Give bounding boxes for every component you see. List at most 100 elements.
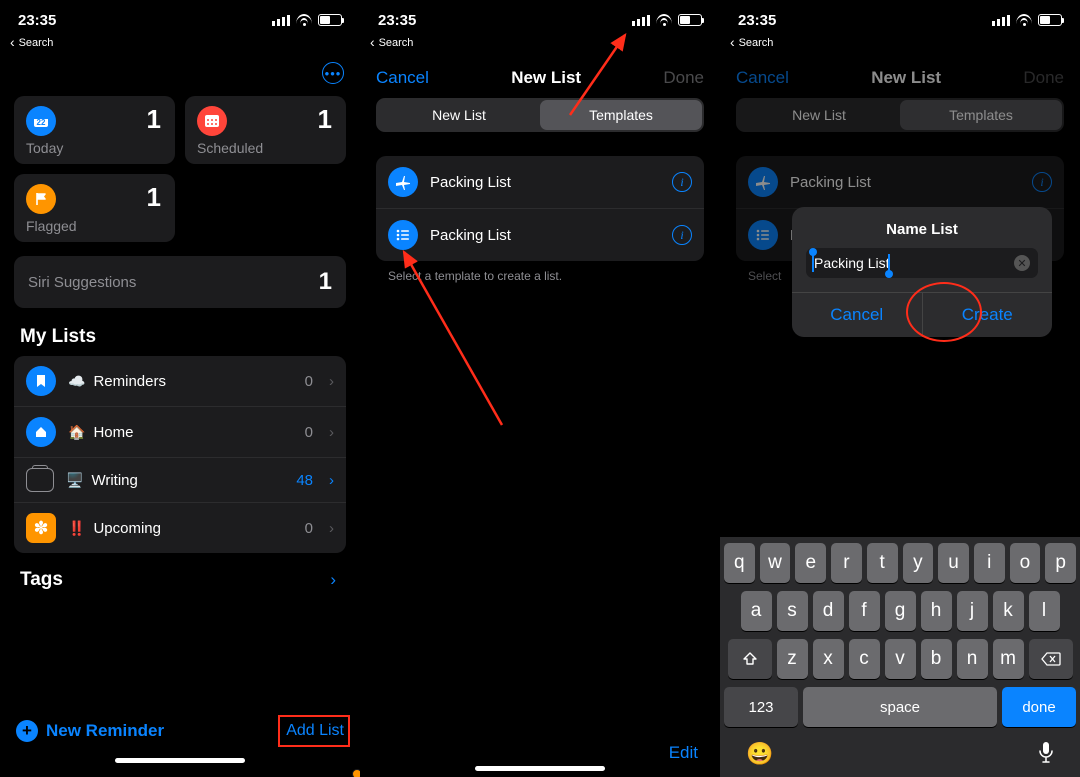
key-j[interactable]: j — [957, 591, 988, 631]
key-d[interactable]: d — [813, 591, 844, 631]
key-done[interactable]: done — [1002, 687, 1076, 727]
info-icon[interactable]: i — [672, 225, 692, 245]
key-l[interactable]: l — [1029, 591, 1060, 631]
clear-text-icon[interactable]: ✕ — [1014, 255, 1030, 271]
siri-suggestions-row[interactable]: Siri Suggestions 1 — [14, 256, 346, 308]
calendar-icon: 22 — [26, 106, 56, 136]
list-count: 48 — [296, 472, 313, 489]
card-scheduled-count: 1 — [318, 104, 332, 135]
template-name: Packing List — [430, 227, 660, 244]
key-i[interactable]: i — [974, 543, 1005, 583]
status-bar: 23:35 — [0, 8, 360, 32]
key-x[interactable]: x — [813, 639, 844, 679]
key-z[interactable]: z — [777, 639, 808, 679]
list-bullets-icon — [388, 220, 418, 250]
status-time: 23:35 — [378, 12, 416, 29]
key-y[interactable]: y — [903, 543, 934, 583]
key-k[interactable]: k — [993, 591, 1024, 631]
popup-cancel-button[interactable]: Cancel — [792, 293, 923, 337]
segment-templates: Templates — [900, 100, 1062, 130]
key-h[interactable]: h — [921, 591, 952, 631]
cancel-button[interactable]: Cancel — [376, 68, 429, 88]
card-scheduled[interactable]: 1 Scheduled — [185, 96, 346, 164]
add-list-button[interactable]: Add List — [286, 722, 344, 740]
cancel-button[interactable]: Cancel — [736, 68, 789, 88]
status-bar: 23:35 — [720, 8, 1080, 32]
key-u[interactable]: u — [938, 543, 969, 583]
wifi-icon — [656, 14, 672, 26]
more-button[interactable]: ••• — [322, 62, 344, 84]
key-c[interactable]: c — [849, 639, 880, 679]
key-shift[interactable] — [728, 639, 772, 679]
key-g[interactable]: g — [885, 591, 916, 631]
card-today-count: 1 — [147, 104, 161, 135]
key-f[interactable]: f — [849, 591, 880, 631]
plus-circle-icon: + — [16, 720, 38, 742]
chevron-right-icon: › — [329, 472, 334, 489]
list-row-home[interactable]: 🏠 Home 0 › — [14, 407, 346, 458]
screen-name-list-popup: 23:35 Search Cancel New List Done New Li… — [720, 0, 1080, 777]
list-count: 0 — [305, 424, 313, 441]
list-row-reminders[interactable]: ☁️ Reminders 0 › — [14, 356, 346, 407]
list-row-upcoming[interactable]: ✽ ‼️ Upcoming 0 › — [14, 503, 346, 553]
key-space[interactable]: space — [803, 687, 997, 727]
home-indicator[interactable] — [475, 766, 605, 771]
segmented-control[interactable]: New List Templates — [376, 98, 704, 132]
popup-create-button[interactable]: Create — [923, 293, 1053, 337]
key-v[interactable]: v — [885, 639, 916, 679]
chevron-right-icon: › — [329, 424, 334, 441]
key-r[interactable]: r — [831, 543, 862, 583]
keyboard[interactable]: q w e r t y u i o p a s d f g h j k l z … — [720, 537, 1080, 777]
template-row: Packing List i — [736, 156, 1064, 209]
key-m[interactable]: m — [993, 639, 1024, 679]
key-p[interactable]: p — [1045, 543, 1076, 583]
key-n[interactable]: n — [957, 639, 988, 679]
card-flagged[interactable]: 1 Flagged — [14, 174, 175, 242]
card-flagged-count: 1 — [147, 182, 161, 213]
segment-new-list[interactable]: New List — [378, 100, 540, 130]
cellular-icon — [992, 15, 1010, 26]
back-to-search[interactable]: Search — [0, 32, 360, 50]
key-backspace[interactable] — [1029, 639, 1073, 679]
list-row-writing[interactable]: 🖥️ Writing 48 › — [14, 458, 346, 503]
card-flagged-label: Flagged — [26, 218, 163, 234]
key-w[interactable]: w — [760, 543, 791, 583]
status-icons — [632, 14, 702, 26]
bookmark-icon — [26, 366, 56, 396]
my-lists-heading: My Lists — [14, 326, 346, 356]
segment-new-list: New List — [738, 100, 900, 130]
key-123[interactable]: 123 — [724, 687, 798, 727]
siri-label: Siri Suggestions — [28, 274, 136, 291]
key-a[interactable]: a — [741, 591, 772, 631]
tags-row[interactable]: Tags › — [14, 553, 346, 591]
screen-reminders-home: 23:35 Search ••• 22 1 Today 1 Scheduled — [0, 0, 360, 777]
template-row[interactable]: Packing List i — [376, 209, 704, 261]
emoji-key-icon[interactable]: 😀 — [746, 741, 773, 769]
keyboard-row-2: a s d f g h j k l — [724, 591, 1076, 631]
key-e[interactable]: e — [795, 543, 826, 583]
list-emoji: 🖥️ — [66, 472, 83, 489]
edit-button[interactable]: Edit — [669, 743, 698, 763]
new-reminder-button[interactable]: + New Reminder — [16, 720, 164, 742]
key-b[interactable]: b — [921, 639, 952, 679]
segment-templates[interactable]: Templates — [540, 100, 702, 130]
keyboard-row-3: z x c v b n m — [724, 639, 1076, 679]
list-name-field[interactable]: ✕ — [806, 248, 1038, 278]
key-o[interactable]: o — [1010, 543, 1041, 583]
key-q[interactable]: q — [724, 543, 755, 583]
chevron-right-icon: › — [329, 520, 334, 537]
list-bullets-icon — [748, 220, 778, 250]
key-s[interactable]: s — [777, 591, 808, 631]
template-row[interactable]: Packing List i — [376, 156, 704, 209]
dictation-icon[interactable] — [1038, 741, 1054, 769]
back-to-search[interactable]: Search — [360, 32, 720, 50]
home-indicator[interactable] — [115, 758, 245, 763]
list-name-input[interactable] — [814, 255, 1014, 271]
info-icon[interactable]: i — [672, 172, 692, 192]
card-today[interactable]: 22 1 Today — [14, 96, 175, 164]
chevron-right-icon: › — [329, 373, 334, 390]
card-scheduled-label: Scheduled — [197, 140, 334, 156]
back-to-search[interactable]: Search — [720, 32, 1080, 50]
key-t[interactable]: t — [867, 543, 898, 583]
siri-count: 1 — [319, 268, 332, 296]
